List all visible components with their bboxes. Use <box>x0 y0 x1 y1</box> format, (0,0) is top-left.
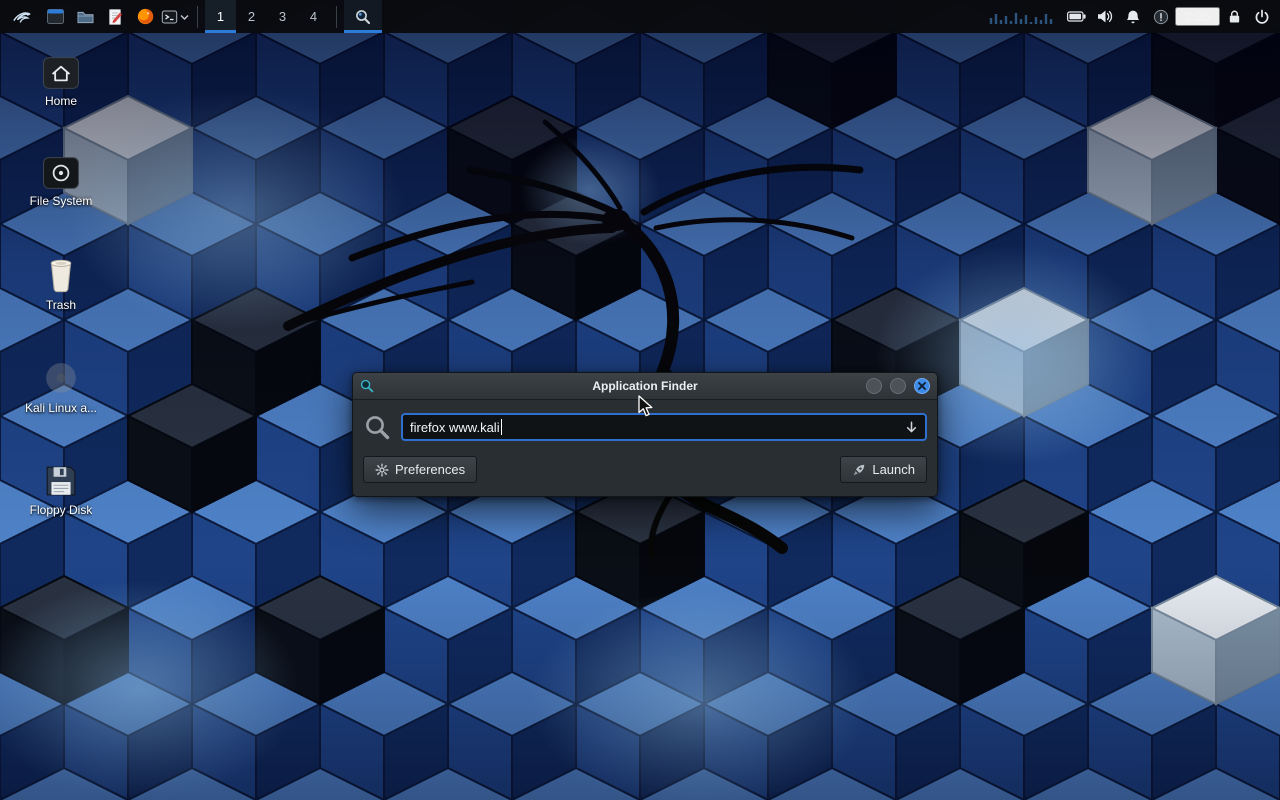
desktop-icon-label: Trash <box>46 299 76 313</box>
desktop-icon-floppy-disk[interactable]: Floppy Disk <box>8 464 114 518</box>
workspace-label: 2 <box>248 9 255 24</box>
gear-icon <box>375 463 389 477</box>
terminal-icon <box>161 9 178 25</box>
workspace-1-button[interactable]: 1 <box>205 0 236 33</box>
minimize-button[interactable] <box>866 378 882 394</box>
preferences-button-label: Preferences <box>395 462 465 477</box>
file-manager-icon <box>47 9 64 24</box>
desktop-icon-label: Home <box>45 95 77 109</box>
floppy-disk-icon <box>44 464 78 498</box>
desktop-icon-label: File System <box>30 195 93 209</box>
file-manager-launcher[interactable] <box>40 0 70 33</box>
launch-button[interactable]: Launch <box>840 456 927 483</box>
firefox-icon <box>137 8 154 25</box>
workspace-label: 1 <box>217 9 224 24</box>
kali-disc-icon <box>43 360 79 396</box>
applications-menu-button[interactable] <box>4 0 40 33</box>
desktop-icon-home[interactable]: Home <box>8 57 114 109</box>
file-system-icon <box>43 157 79 189</box>
desktop-icon-label: Kali Linux a... <box>25 402 97 416</box>
button-row: Preferences Launch <box>353 448 937 496</box>
panel-separator <box>336 6 337 28</box>
close-icon <box>918 382 926 390</box>
window-icon <box>360 379 374 393</box>
text-caret <box>501 419 502 435</box>
logout-power-icon[interactable] <box>1248 0 1276 33</box>
search-input[interactable]: firefox www.kali <box>401 413 927 441</box>
folder-launcher[interactable] <box>70 0 100 33</box>
clock[interactable]: 2:35 <box>1175 7 1220 26</box>
application-finder-icon <box>355 9 371 25</box>
desktop-icon-kali-docs[interactable]: Kali Linux a... <box>8 360 114 416</box>
kali-menu-icon <box>11 7 33 27</box>
top-panel: 1 2 3 4 <box>0 0 1280 33</box>
entry-dropdown-arrow-icon[interactable] <box>905 421 918 434</box>
folder-icon <box>77 10 94 24</box>
workspace-label: 3 <box>279 9 286 24</box>
search-row: firefox www.kali <box>353 400 937 448</box>
firefox-launcher[interactable] <box>130 0 160 33</box>
close-button[interactable] <box>914 378 930 394</box>
window-title: Application Finder <box>353 379 937 393</box>
desktop-icon-trash[interactable]: Trash <box>8 257 114 313</box>
lock-screen-icon[interactable] <box>1220 0 1248 33</box>
application-finder-window: Application Finder firefox www.kali <box>352 372 938 497</box>
chevron-down-icon <box>180 13 189 21</box>
workspace-label: 4 <box>310 9 317 24</box>
text-editor-icon <box>108 9 123 25</box>
workspace-3-button[interactable]: 3 <box>267 0 298 33</box>
launch-button-label: Launch <box>872 462 915 477</box>
search-input-value: firefox www.kali <box>410 420 500 435</box>
volume-icon[interactable] <box>1091 0 1119 33</box>
home-icon <box>43 57 79 89</box>
panel-separator <box>197 6 198 28</box>
launch-icon <box>852 463 866 477</box>
terminal-launcher[interactable] <box>160 0 190 33</box>
taskbar-application-finder-button[interactable] <box>344 0 382 33</box>
status-tray-icon[interactable] <box>1147 0 1175 33</box>
desktop-icon-column: Home File System Trash <box>8 57 114 518</box>
battery-icon[interactable] <box>1063 0 1091 33</box>
trash-icon <box>45 257 77 293</box>
desktop-icon-file-system[interactable]: File System <box>8 157 114 209</box>
window-titlebar[interactable]: Application Finder <box>353 373 937 400</box>
workspace-2-button[interactable]: 2 <box>236 0 267 33</box>
notifications-bell-icon[interactable] <box>1119 0 1147 33</box>
clock-label: 2:35 <box>1185 9 1210 24</box>
system-monitor-icon[interactable] <box>989 8 1053 26</box>
text-editor-launcher[interactable] <box>100 0 130 33</box>
search-icon <box>364 414 391 441</box>
maximize-button[interactable] <box>890 378 906 394</box>
workspace-4-button[interactable]: 4 <box>298 0 329 33</box>
desktop-icon-label: Floppy Disk <box>30 504 93 518</box>
preferences-button[interactable]: Preferences <box>363 456 477 483</box>
